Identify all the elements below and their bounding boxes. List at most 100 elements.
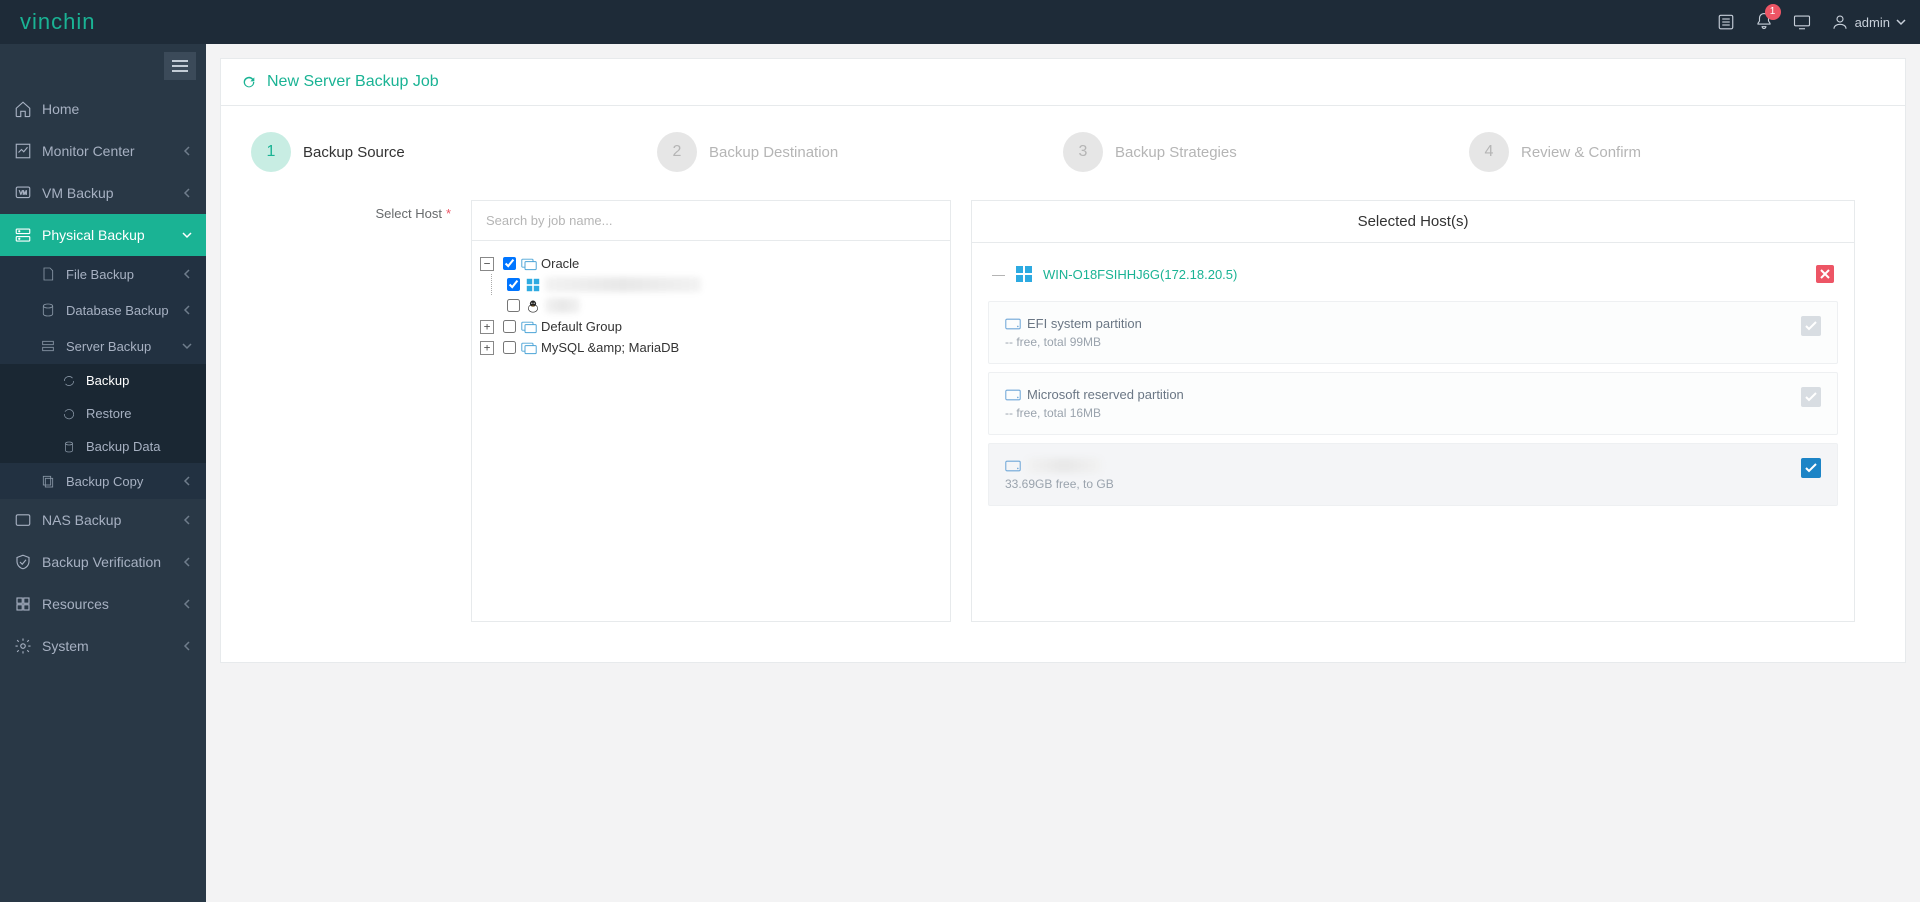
sidebar-item-server-backup[interactable]: Server Backup [0, 328, 206, 364]
file-icon [40, 266, 56, 282]
sidebar-item-backup[interactable]: Backup [0, 364, 206, 397]
sidebar-toggle[interactable] [164, 52, 196, 80]
partition-item[interactable]: EFI system partition -- free, total 99MB [988, 301, 1838, 364]
tree-node-oracle[interactable]: − Oracle [480, 253, 942, 274]
server-icon [14, 226, 32, 244]
chevron-left-icon [182, 269, 192, 279]
top-bar: vinchin 1 admin [0, 0, 1920, 44]
tree-node-host2[interactable]: Ora… [502, 295, 942, 316]
sidebar-label: Home [42, 101, 79, 117]
user-menu[interactable]: admin [1831, 13, 1906, 31]
tree-label: MySQL &amp; MariaDB [541, 340, 679, 355]
sidebar-item-nas[interactable]: NAS Backup [0, 499, 206, 541]
main-content: New Server Backup Job 1Backup Source 2Ba… [206, 44, 1920, 902]
server-icon [40, 338, 56, 354]
windows-icon [1015, 265, 1033, 283]
chevron-down-icon [182, 341, 192, 351]
restore-icon [62, 407, 76, 421]
panel-header: New Server Backup Job [221, 59, 1905, 106]
refresh-icon [62, 374, 76, 388]
partition-meta: -- free, total 16MB [1005, 406, 1801, 420]
notifications[interactable]: 1 [1755, 12, 1773, 33]
tree-node-mysql[interactable]: + MySQL &amp; MariaDB [480, 337, 942, 358]
remove-host-button[interactable] [1816, 265, 1834, 283]
tree-checkbox[interactable] [503, 257, 516, 270]
partition-item[interactable]: ████████ 33.69GB free, to GB [988, 443, 1838, 506]
wizard-steps: 1Backup Source 2Backup Destination 3Back… [221, 106, 1905, 182]
notification-badge: 1 [1765, 4, 1781, 20]
partition-checkbox-on[interactable] [1801, 458, 1821, 478]
list-icon[interactable] [1717, 13, 1735, 31]
sidebar-item-restore[interactable]: Restore [0, 397, 206, 430]
chevron-down-icon [1896, 17, 1906, 27]
home-icon [14, 100, 32, 118]
chevron-left-icon [182, 146, 192, 156]
sidebar-item-verify[interactable]: Backup Verification [0, 541, 206, 583]
disk-icon [1005, 318, 1021, 330]
user-name: admin [1855, 15, 1890, 30]
sidebar-item-monitor[interactable]: Monitor Center [0, 130, 206, 172]
tree-node-host1[interactable]: WIN-O18FSIHHJ6G(172… [502, 274, 942, 295]
expand-icon[interactable]: + [480, 341, 494, 355]
grid-icon [14, 595, 32, 613]
partition-name: ████████ [1027, 458, 1101, 473]
selected-host-row: — WIN-O18FSIHHJ6G(172.18.20.5) [988, 259, 1838, 301]
step-1[interactable]: 1Backup Source [251, 132, 657, 172]
sidebar-item-backup-data[interactable]: Backup Data [0, 430, 206, 463]
selected-host-name[interactable]: WIN-O18FSIHHJ6G(172.18.20.5) [1043, 267, 1237, 282]
tree-label: Ora… [545, 298, 580, 313]
refresh-icon[interactable] [241, 74, 257, 90]
gear-icon [14, 637, 32, 655]
sidebar-item-backup-copy[interactable]: Backup Copy [0, 463, 206, 499]
step-4[interactable]: 4Review & Confirm [1469, 132, 1875, 172]
sidebar-item-file-backup[interactable]: File Backup [0, 256, 206, 292]
sidebar-item-resources[interactable]: Resources [0, 583, 206, 625]
sidebar-label: Resources [42, 596, 109, 612]
sidebar-item-vm[interactable]: VM VM Backup [0, 172, 206, 214]
partition-name: EFI system partition [1027, 316, 1142, 331]
chevron-down-icon [182, 230, 192, 240]
nas-icon [14, 511, 32, 529]
search-input[interactable] [472, 201, 950, 241]
database-icon [62, 440, 76, 454]
partition-checkbox-disabled [1801, 316, 1821, 336]
tree-checkbox[interactable] [507, 278, 520, 291]
windows-icon [525, 278, 541, 292]
step-3[interactable]: 3Backup Strategies [1063, 132, 1469, 172]
group-icon [521, 320, 537, 334]
monitor-icon[interactable] [1793, 13, 1811, 31]
sidebar-label: NAS Backup [42, 512, 121, 528]
tree-label: Oracle [541, 256, 579, 271]
dash-icon: — [992, 267, 1005, 282]
host-tree: − Oracle WIN-O18FSIHHJ6G(172… [472, 241, 950, 621]
tree-node-default-group[interactable]: + Default Group [480, 316, 942, 337]
tree-checkbox[interactable] [503, 320, 516, 333]
group-icon [521, 341, 537, 355]
sidebar: Home Monitor Center VM VM Backup Physica… [0, 44, 206, 902]
step-2[interactable]: 2Backup Destination [657, 132, 1063, 172]
partition-name: Microsoft reserved partition [1027, 387, 1184, 402]
sidebar-item-system[interactable]: System [0, 625, 206, 667]
sidebar-label: File Backup [66, 267, 134, 282]
tree-label: Default Group [541, 319, 622, 334]
partition-item[interactable]: Microsoft reserved partition -- free, to… [988, 372, 1838, 435]
partition-meta: 33.69GB free, to GB [1005, 477, 1801, 491]
chevron-left-icon [182, 641, 192, 651]
selected-hosts-panel: Selected Host(s) — WIN-O18FSIHHJ6G(172.1… [971, 200, 1855, 622]
tree-checkbox[interactable] [503, 341, 516, 354]
chevron-left-icon [182, 515, 192, 525]
linux-icon [525, 299, 541, 313]
shield-check-icon [14, 553, 32, 571]
chevron-left-icon [182, 476, 192, 486]
selected-hosts-heading: Selected Host(s) [972, 201, 1854, 243]
sidebar-item-physical[interactable]: Physical Backup [0, 214, 206, 256]
sidebar-item-home[interactable]: Home [0, 88, 206, 130]
group-icon [521, 257, 537, 271]
tree-checkbox[interactable] [507, 299, 520, 312]
expand-icon[interactable]: + [480, 320, 494, 334]
collapse-icon[interactable]: − [480, 257, 494, 271]
sidebar-label: Database Backup [66, 303, 169, 318]
sidebar-item-database-backup[interactable]: Database Backup [0, 292, 206, 328]
host-tree-panel: − Oracle WIN-O18FSIHHJ6G(172… [471, 200, 951, 622]
vm-icon: VM [14, 184, 32, 202]
